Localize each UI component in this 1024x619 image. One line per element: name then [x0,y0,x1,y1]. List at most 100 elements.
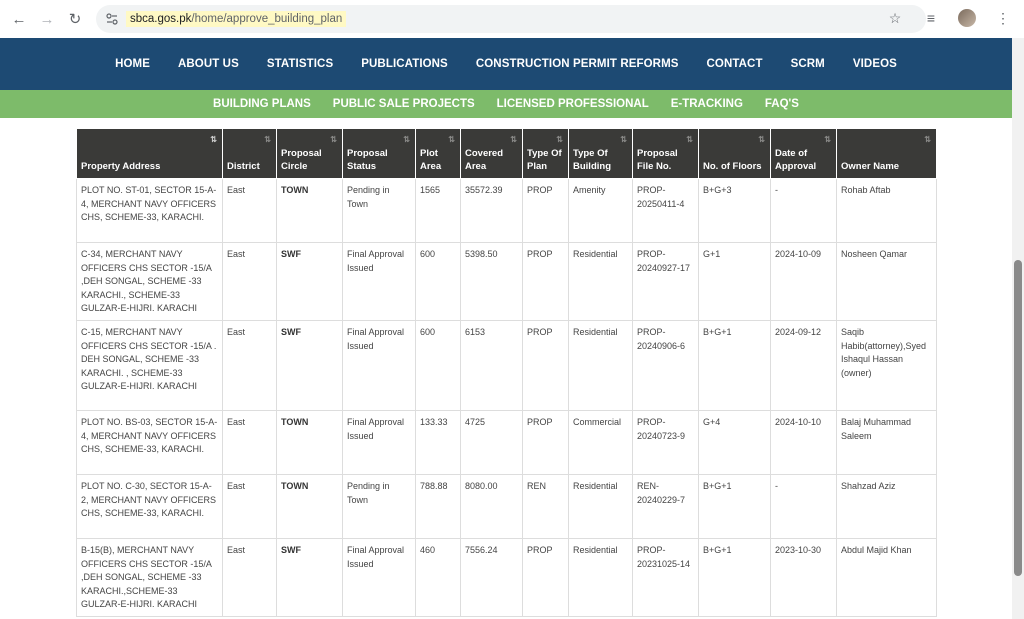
sort-icon[interactable]: ⇅ [758,133,765,146]
table-cell: PROP-20231025-14 [632,538,699,617]
sort-icon[interactable]: ⇅ [686,133,693,146]
sub-nav-item-building-plans[interactable]: BUILDING PLANS [202,98,322,110]
table-cell: TOWN [276,410,343,475]
table-cell: PROP-20240906-6 [632,320,699,411]
sort-icon[interactable]: ⇅ [924,133,931,146]
table-cell: SWF [276,320,343,411]
table-cell: B+G+1 [698,538,771,617]
table-cell: Residential [568,474,633,539]
table-cell: PROP-20240723-9 [632,410,699,475]
table-cell: TOWN [276,474,343,539]
sort-icon[interactable]: ⇅ [210,133,217,146]
table-cell: PLOT NO. BS-03, SECTOR 15-A-4, MERCHANT … [76,410,223,475]
table-cell: 600 [415,242,461,321]
table-row: C-15, MERCHANT NAVY OFFICERS CHS SECTOR … [76,320,937,411]
sort-icon[interactable]: ⇅ [448,133,455,146]
table-cell: PROP [522,178,569,243]
bookmark-star-icon[interactable]: ☆ [886,9,904,27]
table-cell: B-15(B), MERCHANT NAVY OFFICERS CHS SECT… [76,538,223,617]
table-cell: B+G+1 [698,474,771,539]
sub-nav-item-faq-s[interactable]: FAQ'S [754,98,810,110]
table-row: PLOT NO. C-30, SECTOR 15-A-2, MERCHANT N… [76,474,937,539]
table-cell: B+G+3 [698,178,771,243]
main-nav-item-construction-permit-reforms[interactable]: CONSTRUCTION PERMIT REFORMS [462,58,693,70]
column-header[interactable]: Covered Area ⇅ [460,128,523,179]
more-menu-icon[interactable]: ⋮ [994,9,1012,27]
forward-arrow-icon[interactable]: → [36,8,58,30]
sub-nav-item-public-sale-projects[interactable]: PUBLIC SALE PROJECTS [322,98,486,110]
sort-icon[interactable]: ⇅ [403,133,410,146]
table-cell: East [222,320,277,411]
table-cell: East [222,538,277,617]
column-header-label: Proposal Status [347,148,388,172]
address-bar[interactable]: sbca.gos.pk/home/approve_building_plan [96,5,926,33]
main-nav-item-home[interactable]: HOME [101,58,164,70]
column-header-label: District [227,161,260,172]
table-cell: Final Approval Issued [342,410,416,475]
column-header[interactable]: Plot Area ⇅ [415,128,461,179]
main-nav-item-videos[interactable]: VIDEOS [839,58,911,70]
table-row: C-34, MERCHANT NAVY OFFICERS CHS SECTOR … [76,242,937,321]
table-cell: PLOT NO. ST-01, SECTOR 15-A-4, MERCHANT … [76,178,223,243]
main-nav-item-contact[interactable]: CONTACT [693,58,777,70]
site-info-icon[interactable] [106,13,118,25]
table-cell: Residential [568,242,633,321]
sub-nav-item-e-tracking[interactable]: E-TRACKING [660,98,754,110]
url-domain: sbca.gos.pk [130,13,192,25]
back-arrow-icon[interactable]: ← [8,8,30,30]
table-cell: 1565 [415,178,461,243]
page-scrollbar[interactable] [1012,38,1024,619]
column-header[interactable]: No. of Floors ⇅ [698,128,771,179]
column-header-label: Property Address [81,161,161,172]
column-header[interactable]: Property Address ⇅ [76,128,223,179]
column-header[interactable]: Proposal File No. ⇅ [632,128,699,179]
table-cell: PROP [522,538,569,617]
column-header[interactable]: Type Of Plan ⇅ [522,128,569,179]
table-cell: Pending in Town [342,474,416,539]
profile-avatar[interactable] [958,9,976,27]
table-cell: 600 [415,320,461,411]
table-cell: Nosheen Qamar [836,242,937,321]
column-header[interactable]: Date of Approval ⇅ [770,128,837,179]
table-cell: 2024-10-10 [770,410,837,475]
column-header[interactable]: District ⇅ [222,128,277,179]
sort-icon[interactable]: ⇅ [264,133,271,146]
sort-icon[interactable]: ⇅ [824,133,831,146]
table-row: PLOT NO. ST-01, SECTOR 15-A-4, MERCHANT … [76,178,937,243]
main-nav-item-about-us[interactable]: ABOUT US [164,58,253,70]
table-cell: Balaj Muhammad Saleem [836,410,937,475]
sort-icon[interactable]: ⇅ [620,133,627,146]
url-text[interactable]: sbca.gos.pk/home/approve_building_plan [126,11,347,27]
table-cell: PROP [522,410,569,475]
table-cell: 8080.00 [460,474,523,539]
column-header-label: Owner Name [841,161,900,172]
sort-icon[interactable]: ⇅ [556,133,563,146]
table-cell: 7556.24 [460,538,523,617]
main-nav-item-publications[interactable]: PUBLICATIONS [347,58,462,70]
main-nav-item-statistics[interactable]: STATISTICS [253,58,347,70]
table-cell: 788.88 [415,474,461,539]
column-header-label: Date of Approval [775,148,817,172]
table-cell: Residential [568,538,633,617]
main-nav: HOME ABOUT US STATISTICS PUBLICATIONS CONSTR… [0,38,1012,90]
column-header[interactable]: Owner Name ⇅ [836,128,937,179]
column-header[interactable]: Proposal Status ⇅ [342,128,416,179]
table-cell: 2024-10-09 [770,242,837,321]
table-cell: 6153 [460,320,523,411]
table-cell: PROP-20240927-17 [632,242,699,321]
column-header-label: No. of Floors [703,161,762,172]
column-header[interactable]: Proposal Circle ⇅ [276,128,343,179]
reload-icon[interactable]: ↻ [64,8,86,30]
table-cell: - [770,178,837,243]
sub-nav-item-licensed-professional[interactable]: LICENSED PROFESSIONAL [486,98,660,110]
table-cell: 133.33 [415,410,461,475]
sort-icon[interactable]: ⇅ [510,133,517,146]
main-nav-item-scrm[interactable]: SCRM [777,58,839,70]
table-cell: PROP [522,320,569,411]
column-header-label: Proposal File No. [637,148,678,172]
column-header[interactable]: Type Of Building ⇅ [568,128,633,179]
table-row: PLOT NO. BS-03, SECTOR 15-A-4, MERCHANT … [76,410,937,475]
sort-icon[interactable]: ⇅ [330,133,337,146]
media-controls-icon[interactable]: ≡ [922,9,940,27]
scrollbar-thumb[interactable] [1014,260,1022,576]
